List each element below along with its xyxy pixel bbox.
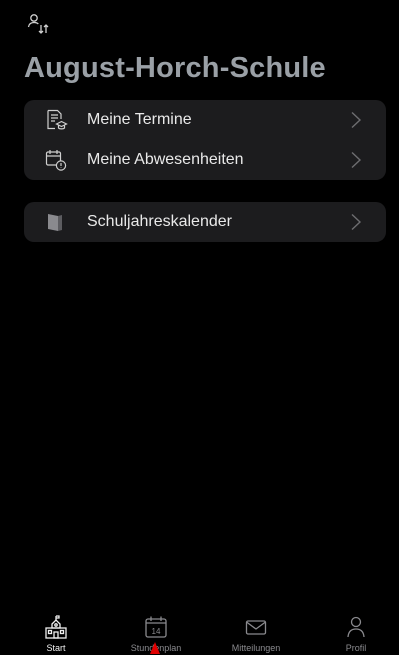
tab-label: Start — [46, 643, 66, 653]
chevron-right-icon — [351, 111, 362, 129]
menu-item-label: Schuljahreskalender — [87, 213, 232, 230]
tab-label: Mitteilungen — [231, 643, 281, 653]
chevron-right-icon — [351, 213, 362, 231]
calendar-absence-icon — [45, 150, 67, 171]
tab-mitteilungen[interactable]: Mitteilungen — [216, 611, 296, 655]
chevron-right-icon — [351, 151, 362, 169]
menu-group-calendar: Schuljahreskalender — [24, 202, 386, 242]
menu-item-meine-abwesenheiten[interactable]: Meine Abwesenheiten — [24, 140, 386, 180]
envelope-icon — [245, 620, 267, 635]
school-title: August-Horch-Schule — [24, 52, 326, 84]
calendar-day-icon: 14 — [145, 616, 167, 638]
account-switch-icon[interactable] — [26, 12, 50, 36]
document-graduation-icon — [47, 109, 68, 130]
tab-bar: Start 14 Stundenplan Mitteilungen Profil — [0, 611, 399, 655]
tab-start[interactable]: Start — [16, 611, 96, 655]
calendar-book-icon — [48, 214, 62, 231]
menu-group-personal: Meine Termine Meine Abwesenheiten — [24, 100, 386, 180]
menu-item-schuljahreskalender[interactable]: Schuljahreskalender — [24, 202, 386, 242]
menu-item-label: Meine Termine — [87, 111, 192, 128]
school-icon — [45, 615, 67, 639]
pointer-marker — [150, 642, 160, 654]
menu-item-label: Meine Abwesenheiten — [87, 151, 244, 168]
tab-label: Profil — [345, 643, 367, 653]
person-icon — [347, 616, 365, 638]
tab-profil[interactable]: Profil — [316, 611, 396, 655]
menu-item-meine-termine[interactable]: Meine Termine — [24, 100, 386, 140]
calendar-day-number: 14 — [152, 627, 161, 636]
